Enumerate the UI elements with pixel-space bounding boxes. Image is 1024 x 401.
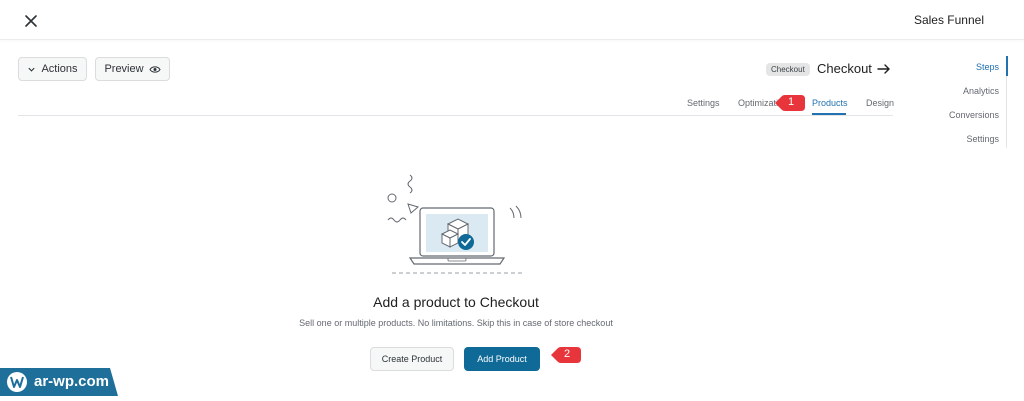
create-product-button[interactable]: Create Product — [370, 347, 454, 371]
chevron-down-icon — [28, 67, 36, 72]
watermark-text: ar-wp.com — [34, 373, 110, 390]
actions-label: Actions — [41, 63, 78, 75]
top-bar: Sales Funnel — [0, 0, 1024, 40]
step-marker-2-label: 2 — [563, 348, 571, 360]
side-nav-settings[interactable]: Settings — [966, 134, 999, 144]
step-marker-2: 2 — [549, 344, 583, 366]
side-nav-steps[interactable]: Steps — [976, 62, 999, 72]
app-title: Sales Funnel — [913, 13, 984, 27]
arrow-right-icon[interactable] — [875, 60, 893, 78]
tab-settings[interactable]: Settings — [687, 98, 720, 108]
side-nav-active-indicator — [1006, 56, 1008, 76]
tab-products[interactable]: Products — [812, 98, 848, 108]
side-nav-conversions[interactable]: Conversions — [949, 110, 999, 120]
laptop-product-illustration — [387, 174, 522, 274]
close-icon[interactable] — [20, 10, 42, 32]
empty-state-subtext: Sell one or multiple products. No limita… — [299, 318, 613, 328]
eye-icon — [148, 65, 161, 73]
watermark: ar-wp.com — [0, 368, 118, 396]
side-nav-analytics[interactable]: Analytics — [963, 86, 999, 96]
preview-label: Preview — [104, 63, 144, 75]
tab-design[interactable]: Design — [866, 98, 894, 108]
step-type-badge: Checkout — [766, 63, 810, 76]
step-title: Checkout — [817, 61, 872, 76]
actions-button[interactable]: Actions — [18, 57, 87, 81]
step-marker-1-label: 1 — [787, 96, 795, 108]
preview-button[interactable]: Preview — [95, 57, 170, 81]
empty-state-heading: Add a product to Checkout — [373, 294, 539, 310]
active-tab-indicator — [812, 113, 846, 115]
add-product-button[interactable]: Add Product — [464, 347, 540, 371]
tabs-divider — [18, 115, 893, 116]
step-marker-1: 1 — [773, 92, 807, 114]
